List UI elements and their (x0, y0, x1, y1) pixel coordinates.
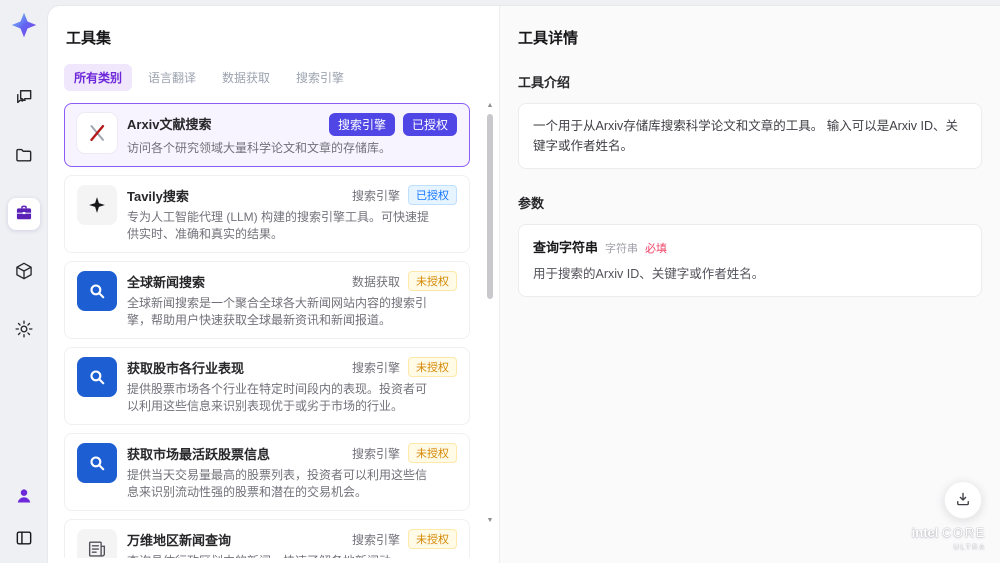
tool-card[interactable]: Tavily搜索 搜索引擎 已授权 专为人工智能代理 (LLM) 构建的搜索引擎工… (64, 175, 470, 253)
tool-card[interactable]: 全球新闻搜索 数据获取 未授权 全球新闻搜索是一个聚合全球各大新闻网站内容的搜索引… (64, 261, 470, 339)
tool-intro-box: 一个用于从Arxiv存储库搜索科学论文和文章的工具。 输入可以是Arxiv ID… (518, 103, 982, 169)
tool-badges: 搜索引擎 未授权 (352, 443, 457, 463)
category-badge: 搜索引擎 (351, 360, 400, 375)
tool-card[interactable]: 获取市场最活跃股票信息 搜索引擎 未授权 提供当天交易量最高的股票列表，投资者可以… (64, 433, 470, 511)
tools-list-panel: 工具集 所有类别 语言翻译 数据获取 搜索引擎 Arxiv文献搜索 搜索引擎 已授权 访… (48, 6, 500, 563)
auth-badge: 未授权 (408, 529, 457, 549)
sidebar-item-packages[interactable] (8, 256, 40, 288)
core-wordmark: CORE (942, 525, 986, 540)
scrollbar-thumb[interactable] (487, 114, 493, 299)
search-blue-icon (77, 271, 117, 311)
tool-title: 全球新闻搜索 (127, 275, 206, 290)
tab-2[interactable]: 数据获取 (212, 64, 280, 91)
tool-details-panel: 工具详情 工具介绍 一个用于从Arxiv存储库搜索科学论文和文章的工具。 输入可… (500, 6, 1000, 563)
sparkle-icon (77, 185, 117, 225)
toolbox-icon (14, 203, 34, 226)
app-window: 工具集 所有类别 语言翻译 数据获取 搜索引擎 Arxiv文献搜索 搜索引擎 已授权 访… (0, 0, 1000, 563)
intro-heading: 工具介绍 (518, 75, 571, 90)
tool-description: 提供当天交易量最高的股票列表，投资者可以利用这些信息来识别流动性强的股票和潜在的… (127, 468, 428, 499)
sidebar-item-chats[interactable] (8, 82, 40, 114)
tool-title: 万维地区新闻查询 (127, 533, 232, 548)
search-blue-icon (77, 443, 117, 483)
user-icon (14, 486, 34, 509)
category-badge: 搜索引擎 (351, 188, 400, 203)
tool-description: 访问各个研究领域大量科学论文和文章的存储库。 (127, 141, 392, 155)
tab-3[interactable]: 搜索引擎 (286, 64, 354, 91)
category-badge: 数据获取 (351, 274, 400, 289)
param-header: 查询字符串 字符串 必填 (533, 237, 967, 256)
param-description: 用于搜索的Arxiv ID、关键字或作者姓名。 (533, 267, 765, 281)
tool-title: 获取股市各行业表现 (127, 361, 245, 376)
tool-title: Arxiv文献搜索 (127, 117, 212, 132)
tool-description: 查询具体行政区划内的新闻，快速了解各地新闻动 (127, 553, 429, 558)
tool-badges: 数据获取 未授权 (352, 271, 457, 291)
app-logo-icon (9, 10, 39, 40)
auth-badge: 未授权 (408, 443, 457, 463)
sidebar-item-settings[interactable] (8, 314, 40, 346)
tool-description: 提供股票市场各个行业在特定时间段内的表现。投资者可以利用这些信息来识别表现优于或… (127, 382, 428, 413)
tool-card[interactable]: 获取股市各行业表现 搜索引擎 未授权 提供股票市场各个行业在特定时间段内的表现。投… (64, 347, 470, 425)
intel-core-logo: intel CORE ULTRA (912, 526, 986, 554)
tool-badges: 搜索引擎 未授权 (352, 529, 457, 549)
arxiv-icon (77, 113, 117, 153)
auth-badge: 已授权 (402, 113, 457, 136)
tool-badges: 搜索引擎 未授权 (352, 357, 457, 377)
tool-description: 全球新闻搜索是一个聚合全球各大新闻网站内容的搜索引擎，帮助用户快速获取全球最新资… (127, 296, 428, 327)
sidebar-item-profile[interactable] (8, 481, 40, 513)
sidebar (0, 0, 48, 563)
param-name: 查询字符串 (533, 240, 599, 255)
tool-card-body: Arxiv文献搜索 搜索引擎 已授权 访问各个研究领域大量科学论文和文章的存储库。 (127, 113, 457, 157)
sidebar-bottom (8, 481, 40, 555)
tool-badges: 搜索引擎 已授权 (328, 113, 457, 136)
search-blue-icon (77, 357, 117, 397)
tool-title: 获取市场最活跃股票信息 (127, 447, 271, 462)
sidebar-item-toggle-panel[interactable] (8, 523, 40, 555)
auth-badge: 未授权 (408, 271, 457, 291)
tool-title: Tavily搜索 (127, 189, 189, 204)
category-badge: 搜索引擎 (351, 446, 400, 461)
category-badge: 搜索引擎 (328, 113, 395, 136)
param-type: 字符串 (605, 243, 639, 255)
tool-description: 专为人工智能代理 (LLM) 构建的搜索引擎工具。可快速提供实时、准确和真实的结… (127, 210, 430, 241)
newspaper-icon (77, 529, 117, 558)
gear-icon (14, 319, 34, 342)
auth-badge: 已授权 (408, 185, 457, 205)
param-box: 查询字符串 字符串 必填 用于搜索的Arxiv ID、关键字或作者姓名。 (518, 224, 982, 297)
tab-1[interactable]: 语言翻译 (138, 64, 206, 91)
scroll-down-icon[interactable]: ▼ (487, 517, 494, 525)
tab-0[interactable]: 所有类别 (64, 64, 133, 91)
page-title: 工具集 (66, 30, 112, 47)
params-heading: 参数 (518, 196, 545, 211)
tool-card-body: 万维地区新闻查询 搜索引擎未授权 查询具体行政区划内的新闻，快速了解各地新闻动 (127, 529, 457, 558)
scrollbar[interactable]: ▲ ▼ (485, 102, 495, 525)
panel-icon (14, 528, 34, 551)
download-button[interactable] (944, 481, 982, 519)
download-icon (954, 490, 972, 511)
tool-card[interactable]: Arxiv文献搜索 搜索引擎 已授权 访问各个研究领域大量科学论文和文章的存储库。 (64, 103, 470, 167)
scroll-up-icon[interactable]: ▲ (487, 102, 494, 110)
cube-icon (14, 261, 34, 284)
folder-icon (14, 145, 34, 168)
tool-intro-text: 一个用于从Arxiv存储库搜索科学论文和文章的工具。 输入可以是Arxiv ID… (533, 119, 959, 153)
intel-wordmark: intel (911, 525, 939, 540)
tool-card-body: Tavily搜索 搜索引擎 已授权 专为人工智能代理 (LLM) 构建的搜索引擎工… (127, 185, 457, 243)
tool-card-body: 全球新闻搜索 数据获取 未授权 全球新闻搜索是一个聚合全球各大新闻网站内容的搜索引… (127, 271, 457, 329)
tool-badges: 搜索引擎 已授权 (352, 185, 457, 205)
category-badge: 搜索引擎 (351, 532, 400, 547)
chat-icon (14, 87, 34, 110)
param-required-flag: 必填 (645, 243, 668, 255)
sidebar-nav (8, 82, 40, 346)
main-panel: 工具集 所有类别 语言翻译 数据获取 搜索引擎 Arxiv文献搜索 搜索引擎 已授权 访… (48, 6, 1000, 563)
ultra-wordmark: ULTRA (953, 544, 986, 551)
tools-list: Arxiv文献搜索 搜索引擎 已授权 访问各个研究领域大量科学论文和文章的存储库。… (64, 103, 483, 558)
category-tabs: 所有类别 语言翻译 数据获取 搜索引擎 (64, 64, 483, 91)
tool-card[interactable]: 万维地区新闻查询 搜索引擎未授权 查询具体行政区划内的新闻，快速了解各地新闻动 (64, 519, 470, 558)
tool-card-body: 获取股市各行业表现 搜索引擎 未授权 提供股票市场各个行业在特定时间段内的表现。投… (127, 357, 457, 415)
sidebar-item-tools[interactable] (8, 198, 40, 230)
sidebar-item-files[interactable] (8, 140, 40, 172)
tool-card-body: 获取市场最活跃股票信息 搜索引擎 未授权 提供当天交易量最高的股票列表，投资者可以… (127, 443, 457, 501)
auth-badge: 未授权 (408, 357, 457, 377)
details-title: 工具详情 (518, 30, 579, 47)
